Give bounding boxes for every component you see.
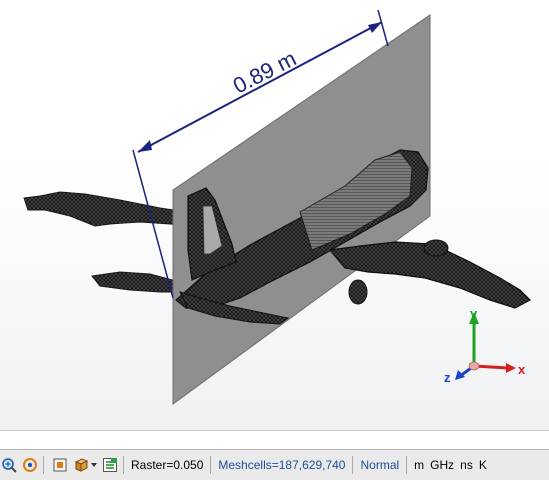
fit-view-icon[interactable] [51,456,69,474]
dimension-label: 0.89 m [229,46,300,99]
mesh-view-icon[interactable] [101,456,119,474]
unit-time[interactable]: ns [457,458,476,472]
cube-dropdown-icon[interactable] [90,456,98,474]
zoom-icon[interactable] [0,456,18,474]
aircraft-engine [348,279,368,305]
z-axis-label: z [444,370,451,385]
meshcells-status: Meshcells=187,629,740 [218,458,346,472]
mode-status[interactable]: Normal [357,458,402,472]
y-axis-label: y [470,306,478,321]
status-bar: Raster=0.050 Meshcells=187,629,740 Norma… [0,449,549,480]
unit-temperature[interactable]: K [476,458,490,472]
cube-view-icon[interactable] [72,456,90,474]
rotate-icon[interactable] [21,456,39,474]
aircraft-engine [423,239,449,257]
view-divider [0,430,549,450]
raster-status: Raster=0.050 [131,458,204,472]
unit-frequency[interactable]: GHz [427,458,457,472]
3d-viewport[interactable]: 0.89 m y x z [0,0,549,449]
axis-triad: y x z [444,306,526,385]
viewport-canvas: 0.89 m y x z [23,9,531,405]
unit-length[interactable]: m [411,458,427,472]
units-group: m GHz ns K [411,458,490,472]
x-axis-label: x [518,362,526,377]
